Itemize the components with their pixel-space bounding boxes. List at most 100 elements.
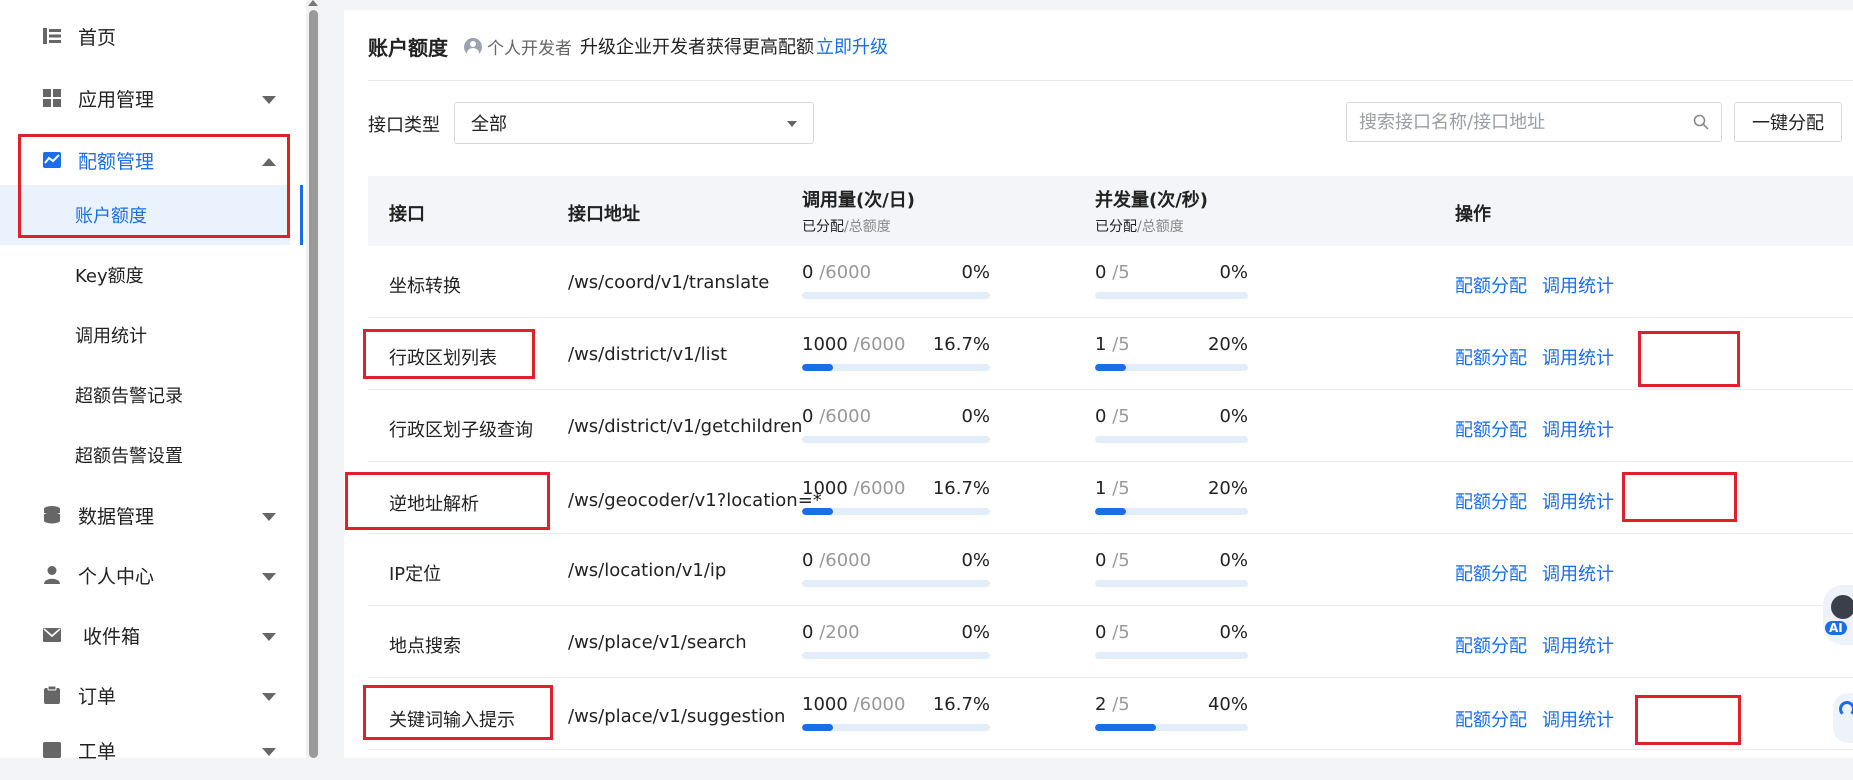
api-name: 逆地址解析: [389, 494, 479, 515]
quota-allocate-link[interactable]: 配额分配: [1455, 344, 1527, 370]
call-stats-link[interactable]: 调用统计: [1542, 416, 1614, 442]
scroll-up-arrow-icon[interactable]: [308, 0, 318, 6]
calls-count: 1000 /6000: [802, 334, 905, 355]
search-input[interactable]: [1347, 111, 1677, 133]
concurrency-count: 0 /5: [1095, 406, 1130, 427]
calls-used: 0: [802, 622, 814, 643]
one-click-allocate-button[interactable]: 一键分配: [1734, 102, 1842, 142]
calls-used: 1000: [802, 478, 848, 499]
search-icon[interactable]: [1693, 114, 1709, 130]
chevron-down-icon: [262, 87, 276, 109]
sidebar-item-label: 应用管理: [78, 88, 155, 111]
quota-allocate-link[interactable]: 配额分配: [1455, 632, 1527, 658]
call-stats-link[interactable]: 调用统计: [1542, 560, 1614, 586]
calls-percent: 0%: [961, 262, 990, 283]
api-url: /ws/coord/v1/translate: [568, 272, 770, 293]
api-url: /ws/district/v1/getchildren: [568, 416, 803, 437]
calls-progress-fill: [802, 508, 834, 515]
quota-allocate-link[interactable]: 配额分配: [1455, 560, 1527, 586]
concurrency-progress-bar: [1095, 508, 1248, 515]
quota-allocate-link[interactable]: 配额分配: [1455, 488, 1527, 514]
api-url: /ws/place/v1/search: [568, 632, 747, 653]
sidebar-item-app-management[interactable]: 应用管理: [0, 68, 290, 128]
header-divider: [368, 80, 1853, 81]
upgrade-link[interactable]: 立即升级: [816, 33, 888, 59]
page-title: 账户额度: [368, 36, 448, 60]
chevron-up-icon: [262, 149, 276, 171]
sidebar-item-personal-center[interactable]: 个人中心: [0, 545, 290, 605]
calls-progress-bar: [802, 652, 990, 659]
calls-used: 0: [802, 550, 814, 571]
calls-count: 0 /6000: [802, 406, 871, 427]
call-stats-link[interactable]: 调用统计: [1542, 272, 1614, 298]
database-icon: [42, 505, 62, 525]
sidebar-scrollbar-thumb[interactable]: [309, 10, 318, 758]
sidebar-item-call-stats[interactable]: 调用统计: [0, 305, 290, 365]
search-box[interactable]: [1346, 102, 1722, 142]
concurrency-used: 1: [1095, 334, 1107, 355]
concurrency-total: /5: [1112, 622, 1130, 643]
ai-assistant-button[interactable]: AI: [1823, 585, 1853, 645]
calls-total: /200: [819, 622, 860, 643]
concurrency-used: 0: [1095, 622, 1107, 643]
calls-total: /6000: [853, 334, 906, 355]
sidebar-item-label: 数据管理: [78, 505, 155, 528]
sidebar-item-data-management[interactable]: 数据管理: [0, 485, 290, 545]
api-url: /ws/geocoder/v1?location=*: [568, 490, 822, 511]
calls-progress-bar: [802, 436, 990, 443]
call-stats-link[interactable]: 调用统计: [1542, 344, 1614, 370]
concurrency-percent: 20%: [1207, 334, 1248, 355]
calls-progress-bar: [802, 724, 990, 731]
call-stats-link[interactable]: 调用统计: [1542, 488, 1614, 514]
concurrency-count: 1 /5: [1095, 478, 1130, 499]
sidebar-item-overquota-alert-settings[interactable]: 超额告警设置: [0, 425, 290, 485]
api-url: /ws/district/v1/list: [568, 344, 728, 365]
customer-service-button[interactable]: [1833, 693, 1853, 743]
concurrency-percent: 0%: [1219, 622, 1248, 643]
table-row: 行政区划列表 /ws/district/v1/list 1000 /6000 1…: [368, 318, 1853, 390]
sidebar-item-quota-management[interactable]: 配额管理: [0, 130, 290, 190]
sidebar-item-label: 首页: [78, 26, 117, 49]
calls-total: /6000: [819, 406, 872, 427]
sidebar: 首页 应用管理 配额管理 账户额度 Key额度 调用统计 超额告警记录 超额告警…: [0, 0, 306, 763]
main-panel: 账户额度 个人开发者 升级企业开发者获得更高配额 立即升级 接口类型 全部 一键…: [344, 10, 1853, 758]
sidebar-item-overquota-alert-records[interactable]: 超额告警记录: [0, 365, 290, 425]
concurrency-total: /5: [1112, 334, 1130, 355]
concurrency-progress-bar: [1095, 292, 1248, 299]
clipboard-icon: [42, 685, 62, 705]
calls-used: 1000: [802, 334, 848, 355]
calls-percent: 0%: [961, 550, 990, 571]
developer-badge: 个人开发者: [464, 34, 572, 59]
table-row: IP定位 /ws/location/v1/ip 0 /6000 0% 0 /5 …: [368, 534, 1853, 606]
quota-allocate-link[interactable]: 配额分配: [1455, 416, 1527, 442]
calls-count: 0 /6000: [802, 550, 871, 571]
api-url: /ws/place/v1/suggestion: [568, 706, 786, 727]
call-stats-link[interactable]: 调用统计: [1542, 632, 1614, 658]
sidebar-item-account-quota[interactable]: 账户额度: [0, 185, 303, 245]
sidebar-item-orders[interactable]: 订单: [0, 665, 290, 725]
call-stats-link[interactable]: 调用统计: [1542, 706, 1614, 732]
chart-icon: [42, 150, 62, 170]
allocated-label: 已分配: [1095, 219, 1137, 235]
sidebar-item-key-quota[interactable]: Key额度: [0, 245, 290, 305]
api-type-select[interactable]: 全部: [454, 102, 814, 144]
column-header-ops: 操作: [1455, 204, 1491, 225]
sidebar-item-home[interactable]: 首页: [0, 6, 290, 66]
quota-allocate-link[interactable]: 配额分配: [1455, 706, 1527, 732]
ai-tag: AI: [1825, 621, 1847, 635]
concurrency-count: 2 /5: [1095, 694, 1130, 715]
api-type-label: 接口类型: [368, 115, 440, 136]
sidebar-item-inbox[interactable]: 收件箱: [0, 605, 290, 665]
quota-allocate-link[interactable]: 配额分配: [1455, 272, 1527, 298]
sidebar-item-label: Key额度: [75, 266, 144, 287]
column-header-api: 接口: [389, 204, 425, 225]
table-row: 关键词输入提示 /ws/place/v1/suggestion 1000 /60…: [368, 678, 1853, 750]
sidebar-item-tickets[interactable]: 工单: [0, 720, 290, 780]
chevron-down-icon: [262, 564, 276, 586]
calls-percent: 16.7%: [932, 478, 990, 499]
concurrency-percent: 40%: [1207, 694, 1248, 715]
column-header-url: 接口地址: [568, 204, 640, 225]
table-row: 坐标转换 /ws/coord/v1/translate 0 /6000 0% 0…: [368, 246, 1853, 318]
api-name: 行政区划子级查询: [389, 420, 533, 441]
upgrade-hint: 升级企业开发者获得更高配额: [580, 37, 814, 58]
